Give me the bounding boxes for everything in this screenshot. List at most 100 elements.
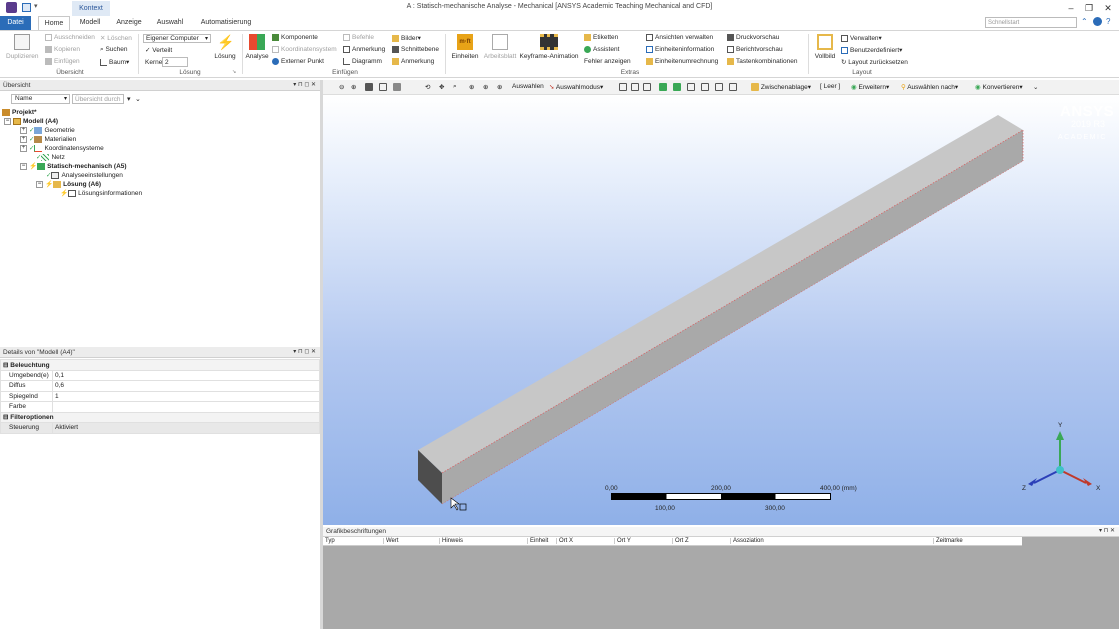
solve-button[interactable]: ⚡ Lösung xyxy=(212,34,238,60)
tree-item-materials[interactable]: + ✓ Materialien xyxy=(20,135,76,144)
details-value[interactable]: 1 xyxy=(52,390,320,402)
manage-layout-button[interactable]: Verwalten▾ xyxy=(841,34,882,42)
tab-display[interactable]: Anzeige xyxy=(112,16,146,30)
collapse-icon[interactable]: − xyxy=(4,117,11,125)
find-button[interactable]: ⌕ Suchen xyxy=(100,46,128,54)
cores-input[interactable]: 2 xyxy=(162,57,188,67)
extend-button[interactable]: ◉ Erweitern▾ xyxy=(851,83,889,91)
toolbar-overflow-icon[interactable]: ⌄ xyxy=(1033,83,1038,91)
zoom-region-icon[interactable]: ⊕ xyxy=(483,83,488,91)
col-note[interactable]: Hinweis xyxy=(439,538,463,544)
filter-menu-icon[interactable]: ⌄ xyxy=(135,95,141,103)
copy-button[interactable]: Kopieren xyxy=(45,46,80,53)
panel-menu-icons[interactable]: ▾ ⊓ ◻ ✕ xyxy=(293,81,316,88)
cut-button[interactable]: Ausschneiden xyxy=(45,34,95,41)
dialog-launcher-icon[interactable]: ↘ xyxy=(232,69,236,75)
select-button[interactable]: Auswahlen xyxy=(512,83,544,90)
clipboard-button[interactable]: Zwischenablage▾ xyxy=(751,83,811,92)
manage-views-button[interactable]: Ansichten verwalten xyxy=(646,34,713,41)
col-association[interactable]: Assoziation xyxy=(730,538,764,544)
details-value[interactable]: Aktiviert xyxy=(52,422,320,434)
tree-item-static-structural[interactable]: − ⚡ Statisch-mechanisch (A5) xyxy=(20,162,127,171)
col-loc-x[interactable]: Ort X xyxy=(556,538,573,544)
select-vertex-icon[interactable] xyxy=(619,83,627,91)
pan-icon[interactable]: ✥ xyxy=(439,83,444,91)
commands-button[interactable]: Befehle xyxy=(343,34,374,41)
select-face-icon[interactable] xyxy=(643,83,651,91)
details-value[interactable]: 0,1 xyxy=(52,369,320,381)
tree-item-solution-info[interactable]: ⚡ Lösungsinformationen xyxy=(60,189,142,198)
computer-select[interactable]: Eigener Computer ▾ xyxy=(143,34,211,43)
minimize-button[interactable]: – xyxy=(1064,2,1078,14)
tree-item-mesh[interactable]: ✓ Netz xyxy=(36,153,65,162)
select-edge-icon[interactable] xyxy=(631,83,639,91)
beam-front-face[interactable] xyxy=(442,130,1023,504)
details-row[interactable]: Umgebend(e) 0,1 xyxy=(0,369,320,381)
tab-model[interactable]: Modell xyxy=(74,16,106,30)
maximize-button[interactable]: ❐ xyxy=(1082,2,1096,14)
tab-home[interactable]: Home xyxy=(38,16,70,30)
select-by-button[interactable]: ⚲ Auswählen nach▾ xyxy=(901,83,958,91)
zoom-box-icon[interactable]: ⌕ xyxy=(453,83,457,91)
beam-top-face[interactable] xyxy=(418,115,1023,473)
outline-search-input[interactable]: Übersicht durch xyxy=(72,94,124,104)
search-options-icon[interactable]: ▾ xyxy=(127,95,131,103)
details-row[interactable]: Diffus 0,6 xyxy=(0,380,320,392)
col-type[interactable]: Typ xyxy=(325,538,335,544)
collapse-ribbon-icon[interactable]: ⌃ xyxy=(1081,17,1088,26)
zoom-in-icon[interactable]: ⊕ xyxy=(351,83,356,91)
axis-triad[interactable] xyxy=(1018,420,1108,510)
close-button[interactable]: ✕ xyxy=(1101,2,1115,14)
key-combos-button[interactable]: Tastenkombinationen xyxy=(727,58,797,65)
tree-item-coordsys[interactable]: + ✓ Koordinatensysteme xyxy=(20,144,104,153)
panel-menu-icons[interactable]: ▾ ⊓ ✕ xyxy=(1099,527,1115,534)
select-element-face-icon[interactable] xyxy=(701,83,709,91)
unit-conversion-button[interactable]: Einheitenumrechnung xyxy=(646,58,718,65)
tree-item-analysis-settings[interactable]: ✓ Analyseeinstellungen xyxy=(46,171,123,180)
tree-button[interactable]: Baum▾ xyxy=(100,58,129,66)
paste-button[interactable]: Einfügen xyxy=(45,58,80,65)
empty-clipboard-button[interactable]: [ Leer ] xyxy=(820,83,840,90)
expand-icon[interactable]: + xyxy=(20,144,27,152)
reset-layout-button[interactable]: ↻ Layout zurücksetzen xyxy=(841,58,908,66)
details-section-header[interactable]: ⊟ Beleuchtung xyxy=(0,359,320,371)
units-button[interactable]: m·ft Einheiten xyxy=(449,34,481,60)
col-unit[interactable]: Einheit xyxy=(527,538,548,544)
col-loc-z[interactable]: Ort Z xyxy=(672,538,689,544)
collapse-icon[interactable]: − xyxy=(36,180,43,188)
graphics-viewport[interactable]: ANSYS 2019 R3 ACADEMIC 0,00 200,00 400,0… xyxy=(323,95,1119,525)
details-row[interactable]: Spiegelnd 1 xyxy=(0,390,320,402)
chart-button[interactable]: Diagramm xyxy=(343,58,382,65)
zoom-all-icon[interactable]: ⊕ xyxy=(497,83,502,91)
details-value[interactable]: 0,6 xyxy=(52,380,320,392)
select-element-icon[interactable] xyxy=(687,83,695,91)
print-preview-button[interactable]: Druckvorschau xyxy=(727,34,779,41)
help-icon[interactable] xyxy=(1093,17,1102,26)
remote-point-button[interactable]: Externer Punkt xyxy=(272,58,324,65)
shaded-icon[interactable] xyxy=(365,83,373,91)
fullscreen-button[interactable]: Vollbild xyxy=(812,34,838,60)
duplicate-button[interactable]: Duplizieren xyxy=(6,34,39,60)
annotation-button[interactable]: Anmerkung xyxy=(343,46,385,53)
wireframe-icon[interactable] xyxy=(379,83,387,91)
keyframe-button[interactable]: Keyframe-Animation xyxy=(519,34,579,60)
zoom-fit-icon[interactable]: ⊕ xyxy=(469,83,474,91)
outline-filter-select[interactable]: Name ▾ xyxy=(11,94,70,104)
section-plane-button[interactable]: Schnittebene xyxy=(392,46,439,53)
analysis-button[interactable]: Analyse xyxy=(245,34,269,60)
collapse-icon[interactable]: − xyxy=(20,162,27,170)
col-value[interactable]: Wert xyxy=(383,538,399,544)
coordsys-button[interactable]: Koordinatensystem xyxy=(272,46,337,53)
distributed-checkbox[interactable]: ✓ Verteilt xyxy=(145,46,172,54)
select-node-icon[interactable] xyxy=(673,83,681,91)
images-button[interactable]: Bilder▾ xyxy=(392,34,421,42)
wizard-button[interactable]: Assistent xyxy=(584,46,619,53)
tree-item-solution[interactable]: − ⚡ Lösung (A6) xyxy=(36,180,101,189)
select-filter-icon[interactable] xyxy=(729,83,737,91)
select-mode-button[interactable]: ➘ Auswahlmodus▾ xyxy=(549,83,603,91)
show-errors-button[interactable]: Fehler anzeigen xyxy=(584,58,631,65)
tab-automation[interactable]: Automatisierung xyxy=(196,16,256,30)
component-button[interactable]: Komponente xyxy=(272,34,318,41)
delete-button[interactable]: ✕ Löschen xyxy=(100,34,132,42)
details-value[interactable] xyxy=(52,401,320,413)
